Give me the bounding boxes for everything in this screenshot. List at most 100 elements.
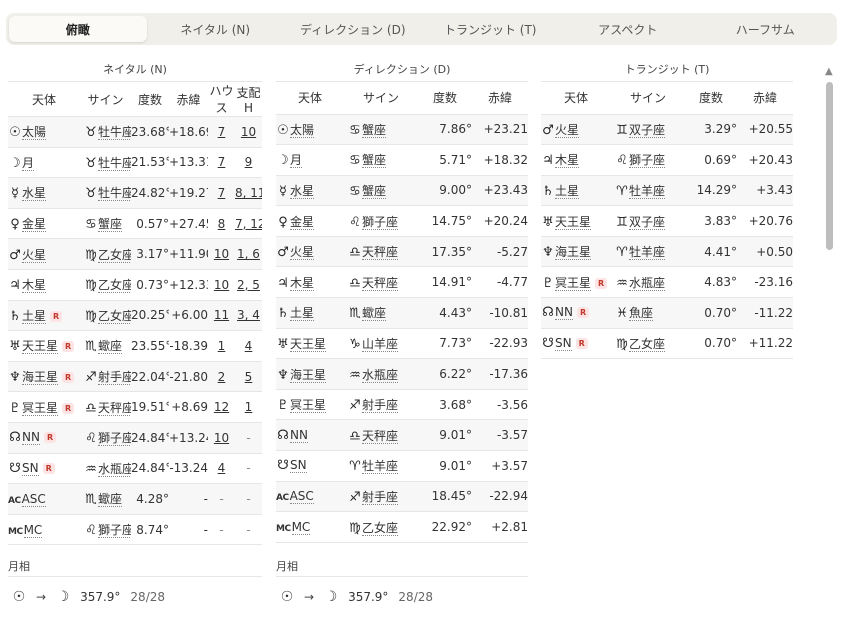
- house-value[interactable]: 10: [208, 269, 235, 301]
- planet-name[interactable]: MC: [23, 522, 43, 538]
- sign-name[interactable]: 射手座: [98, 370, 131, 386]
- triangle-up-icon[interactable]: ▲: [825, 66, 833, 77]
- house-value[interactable]: 7: [208, 147, 235, 179]
- sign-name[interactable]: 山羊座: [362, 336, 399, 352]
- sign-name[interactable]: 水瓶座: [629, 275, 666, 291]
- planet-name[interactable]: NN: [22, 430, 40, 446]
- sign-name[interactable]: 牡羊座: [629, 245, 666, 261]
- house-value[interactable]: 1: [208, 330, 235, 362]
- sign-name[interactable]: 蟹座: [362, 183, 387, 199]
- sign-name[interactable]: 蠍座: [98, 339, 123, 355]
- sign-name[interactable]: 水瓶座: [98, 461, 131, 477]
- sign-name[interactable]: 蟹座: [362, 153, 387, 169]
- house-value[interactable]: 11: [208, 300, 235, 332]
- ruler-value[interactable]: 9: [235, 147, 262, 179]
- house-value[interactable]: 10: [208, 422, 235, 454]
- planet-name[interactable]: 木星: [22, 278, 47, 294]
- planet-name[interactable]: SN: [555, 335, 572, 351]
- planet-name[interactable]: 火星: [290, 245, 315, 261]
- house-value[interactable]: 2: [208, 361, 235, 393]
- ruler-value[interactable]: 1, 6: [235, 238, 262, 270]
- sign-name[interactable]: 獅子座: [629, 153, 666, 169]
- tab-natal[interactable]: ネイタル (N): [147, 16, 285, 42]
- tab-aspect[interactable]: アスペクト: [559, 16, 697, 42]
- planet-name[interactable]: 土星: [22, 308, 47, 324]
- planet-name[interactable]: 天王星: [555, 214, 592, 230]
- planet-name[interactable]: 火星: [22, 247, 47, 263]
- ruler-value[interactable]: 3, 4: [235, 300, 262, 332]
- sign-name[interactable]: 牡牛座: [98, 186, 131, 202]
- sign-name[interactable]: 天秤座: [362, 275, 399, 291]
- planet-name[interactable]: 月: [22, 155, 35, 171]
- sign-name[interactable]: 蟹座: [362, 122, 387, 138]
- planet-name[interactable]: 海王星: [22, 370, 59, 386]
- planet-name[interactable]: MC: [291, 520, 311, 536]
- planet-name[interactable]: 天王星: [22, 339, 59, 355]
- sign-name[interactable]: 乙女座: [98, 308, 131, 324]
- ruler-value[interactable]: 2, 5: [235, 269, 262, 301]
- house-value[interactable]: 4: [208, 453, 235, 485]
- planet-name[interactable]: SN: [22, 460, 39, 476]
- sign-name[interactable]: 蠍座: [362, 306, 387, 322]
- sign-name[interactable]: 牡牛座: [98, 125, 131, 141]
- scrollbar-thumb[interactable]: [826, 82, 833, 250]
- planet-name[interactable]: 木星: [290, 275, 315, 291]
- planet-name[interactable]: ASC: [289, 489, 314, 505]
- sign-name[interactable]: 双子座: [629, 122, 666, 138]
- sign-name[interactable]: 蟹座: [98, 217, 123, 233]
- house-value[interactable]: 7: [208, 177, 235, 209]
- sign-name[interactable]: 双子座: [629, 214, 666, 230]
- sign-name[interactable]: 乙女座: [98, 247, 131, 263]
- planet-name[interactable]: ASC: [21, 491, 46, 507]
- sign-name[interactable]: 獅子座: [98, 523, 131, 539]
- sign-name[interactable]: 射手座: [362, 398, 399, 414]
- ruler-value[interactable]: 7, 12: [235, 208, 262, 240]
- sign-name[interactable]: 牡牛座: [98, 155, 131, 171]
- ruler-value[interactable]: 8, 11: [235, 177, 262, 209]
- planet-name[interactable]: 火星: [555, 122, 580, 138]
- sign-name[interactable]: 乙女座: [629, 336, 666, 352]
- planet-name[interactable]: 海王星: [290, 367, 327, 383]
- sign-name[interactable]: 天秤座: [362, 245, 399, 261]
- planet-name[interactable]: 月: [290, 153, 303, 169]
- sign-name[interactable]: 水瓶座: [362, 367, 399, 383]
- sign-name[interactable]: 乙女座: [98, 278, 131, 294]
- planet-name[interactable]: 土星: [290, 306, 315, 322]
- planet-name[interactable]: 冥王星: [22, 400, 59, 416]
- sign-name[interactable]: 牡羊座: [362, 459, 399, 475]
- vertical-scrollbar[interactable]: ▲: [822, 64, 836, 621]
- sign-name[interactable]: 魚座: [629, 306, 654, 322]
- planet-name[interactable]: 冥王星: [555, 275, 592, 291]
- ruler-value[interactable]: 1: [235, 391, 262, 423]
- sign-name[interactable]: 牡羊座: [629, 183, 666, 199]
- sign-name[interactable]: 獅子座: [362, 214, 399, 230]
- ruler-value[interactable]: 5: [235, 361, 262, 393]
- planet-name[interactable]: 太陽: [22, 125, 47, 141]
- ruler-value[interactable]: 10: [235, 116, 262, 148]
- sign-name[interactable]: 獅子座: [98, 431, 131, 447]
- sign-name[interactable]: 蠍座: [98, 492, 123, 508]
- sign-name[interactable]: 天秤座: [98, 400, 131, 416]
- tab-halfsum[interactable]: ハーフサム: [697, 16, 835, 42]
- planet-name[interactable]: 冥王星: [290, 398, 327, 414]
- tab-overview[interactable]: 俯瞰: [9, 16, 147, 42]
- planet-name[interactable]: 土星: [555, 183, 580, 199]
- ruler-value[interactable]: 4: [235, 330, 262, 362]
- planet-name[interactable]: 金星: [22, 217, 47, 233]
- planet-name[interactable]: NN: [555, 305, 573, 321]
- sign-name[interactable]: 天秤座: [362, 428, 399, 444]
- planet-name[interactable]: 金星: [290, 214, 315, 230]
- house-value[interactable]: 12: [208, 391, 235, 423]
- sign-name[interactable]: 射手座: [362, 489, 399, 505]
- planet-name[interactable]: 水星: [22, 186, 47, 202]
- house-value[interactable]: 8: [208, 208, 235, 240]
- planet-name[interactable]: 天王星: [290, 336, 327, 352]
- tab-transit[interactable]: トランジット (T): [422, 16, 560, 42]
- sign-name[interactable]: 乙女座: [362, 520, 399, 536]
- tab-direction[interactable]: ディレクション (D): [284, 16, 422, 42]
- planet-name[interactable]: 海王星: [555, 245, 592, 261]
- house-value[interactable]: 10: [208, 238, 235, 270]
- planet-name[interactable]: 水星: [290, 183, 315, 199]
- house-value[interactable]: 7: [208, 116, 235, 148]
- planet-name[interactable]: 木星: [555, 153, 580, 169]
